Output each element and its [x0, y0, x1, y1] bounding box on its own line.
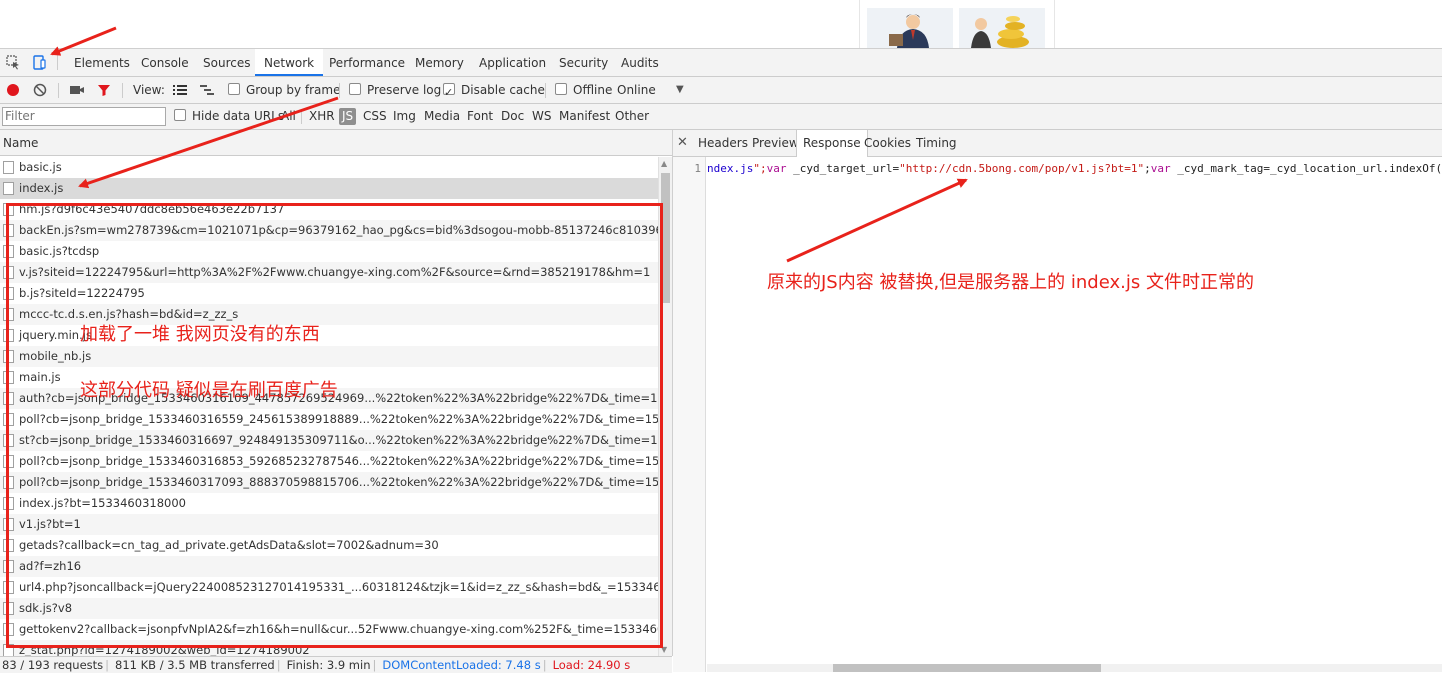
device-toolbar-icon[interactable]: [31, 54, 47, 70]
network-status-bar: 83 / 193 requests | 811 KB / 3.5 MB transf…: [0, 656, 672, 673]
name-column-header[interactable]: Name: [0, 130, 672, 156]
group-by-frame-checkbox[interactable]: Group by frame: [228, 77, 340, 103]
screenshot-camera-icon[interactable]: [69, 82, 85, 98]
devtools-tab-bar: Elements Console Sources Network Perform…: [0, 49, 1442, 77]
tab-application[interactable]: Application: [470, 49, 555, 75]
tab-security[interactable]: Security: [550, 49, 617, 75]
webpage-area: [0, 0, 1442, 48]
page-thumbnails: [859, 0, 1055, 48]
hide-data-urls-checkbox[interactable]: Hide data URLs: [174, 104, 284, 129]
thumbnail-businessman-image[interactable]: [867, 8, 953, 48]
code-token: _cyd_mark_tag=_cyd_location_url.indexOf(: [1170, 162, 1442, 175]
code-token: ";: [753, 162, 767, 175]
large-rows-icon[interactable]: [172, 82, 188, 98]
tab-elements[interactable]: Elements: [65, 49, 139, 75]
scroll-up-icon[interactable]: ▲: [661, 159, 667, 168]
code-token: "http://cdn.5bong.com/pop/v1.js?bt=1": [899, 162, 1145, 175]
status-separator: |: [276, 658, 281, 672]
network-toolbar: View: Group by frame Preserve log Disabl…: [0, 77, 1442, 106]
tab-network[interactable]: Network: [255, 49, 324, 76]
transferred-size: 811 KB / 3.5 MB transferred: [115, 658, 275, 672]
detail-tab-bar: ✕ Headers Preview Response Cookies Timin…: [673, 130, 1442, 157]
tab-sources[interactable]: Sources: [194, 49, 259, 75]
toolbar-divider: [122, 83, 123, 98]
filter-funnel-icon[interactable]: [96, 82, 112, 98]
request-row[interactable]: basic.js: [0, 157, 658, 178]
filter-input[interactable]: [2, 107, 166, 126]
load-time: Load: 24.90 s: [552, 658, 631, 672]
filter-type-media[interactable]: Media: [424, 104, 460, 129]
toolbar-divider: [57, 55, 58, 70]
filter-type-js[interactable]: JS: [339, 108, 357, 125]
response-code[interactable]: ndex.js";var _cyd_target_url="http://cdn…: [707, 162, 1442, 175]
view-label: View:: [133, 83, 165, 97]
checkbox-checked-icon: [443, 80, 455, 106]
code-token: _cyd_target_url=: [786, 162, 900, 175]
preserve-log-label: Preserve log: [367, 83, 442, 97]
code-token: var: [766, 162, 787, 175]
filter-bar: Hide data URLs All XHR JS CSS Img Media …: [0, 104, 1442, 130]
tab-timing[interactable]: Timing: [910, 130, 963, 156]
filter-type-css[interactable]: CSS: [363, 104, 387, 129]
businessman-illustration-icon: [889, 14, 929, 48]
request-count: 83 / 193 requests: [2, 658, 104, 672]
thumbnail-coins-image[interactable]: [959, 8, 1045, 48]
code-token: ;: [1144, 162, 1151, 175]
waterfall-overview-icon[interactable]: [199, 82, 215, 98]
filter-type-ws[interactable]: WS: [532, 104, 551, 129]
annotation-highlight-box: [6, 203, 663, 648]
checkbox-unchecked-icon: [555, 83, 567, 95]
annotation-suspected-ads: 这部分代码 疑似是在刷百度广告: [80, 380, 338, 401]
line-number-gutter: 1: [673, 157, 706, 672]
filter-type-img[interactable]: Img: [393, 104, 416, 129]
throttling-select[interactable]: Online: [617, 77, 656, 103]
filter-type-doc[interactable]: Doc: [501, 104, 524, 129]
preserve-log-checkbox[interactable]: Preserve log: [349, 77, 441, 103]
filter-type-other[interactable]: Other: [615, 104, 649, 129]
request-row[interactable]: index.js: [0, 178, 658, 199]
tab-headers[interactable]: Headers: [692, 130, 754, 156]
checkbox-unchecked-icon: [228, 83, 240, 95]
coins-illustration-icon: [971, 16, 1029, 48]
clear-icon[interactable]: [32, 82, 48, 98]
code-token: var: [1150, 162, 1171, 175]
toolbar-divider: [339, 83, 340, 98]
chevron-down-icon[interactable]: ▼: [676, 77, 684, 103]
disable-cache-checkbox[interactable]: Disable cache: [443, 77, 545, 106]
record-icon[interactable]: [5, 82, 21, 98]
tab-response[interactable]: Response: [796, 130, 868, 157]
toolbar-divider: [545, 83, 546, 98]
offline-label: Offline: [573, 83, 613, 97]
annotation-replaced-note: 原来的JS内容 被替换,但是服务器上的 index.js 文件时正常的: [767, 272, 1254, 293]
tab-cookies[interactable]: Cookies: [858, 130, 917, 156]
filter-type-manifest[interactable]: Manifest: [559, 104, 610, 129]
filter-type-xhr[interactable]: XHR: [309, 104, 335, 129]
toolbar-divider: [58, 83, 59, 98]
dom-content-loaded-time: DOMContentLoaded: 7.48 s: [382, 658, 541, 672]
filter-type-font[interactable]: Font: [467, 104, 493, 129]
request-detail-panel: ✕ Headers Preview Response Cookies Timin…: [673, 130, 1442, 672]
status-separator: |: [372, 658, 377, 672]
code-token: ndex.js: [707, 162, 754, 175]
disable-cache-label: Disable cache: [461, 83, 545, 97]
checkbox-unchecked-icon: [349, 83, 361, 95]
annotation-loaded-stuff: 加载了一堆 我网页没有的东西: [80, 324, 320, 345]
filter-type-all[interactable]: All: [281, 104, 296, 129]
inspect-element-icon[interactable]: [5, 54, 21, 70]
status-separator: |: [105, 658, 110, 672]
finish-time: Finish: 3.9 min: [286, 658, 371, 672]
group-by-frame-label: Group by frame: [246, 83, 341, 97]
close-icon[interactable]: ✕: [677, 130, 688, 156]
tab-memory[interactable]: Memory: [406, 49, 473, 75]
line-number: 1: [694, 162, 701, 175]
status-separator: |: [542, 658, 547, 672]
checkbox-unchecked-icon: [174, 109, 186, 121]
offline-checkbox[interactable]: Offline: [555, 77, 612, 103]
tab-audits[interactable]: Audits: [612, 49, 668, 75]
tab-performance[interactable]: Performance: [320, 49, 414, 75]
tab-console[interactable]: Console: [132, 49, 198, 75]
hide-data-urls-label: Hide data URLs: [192, 109, 285, 123]
toolbar-divider: [301, 109, 302, 124]
